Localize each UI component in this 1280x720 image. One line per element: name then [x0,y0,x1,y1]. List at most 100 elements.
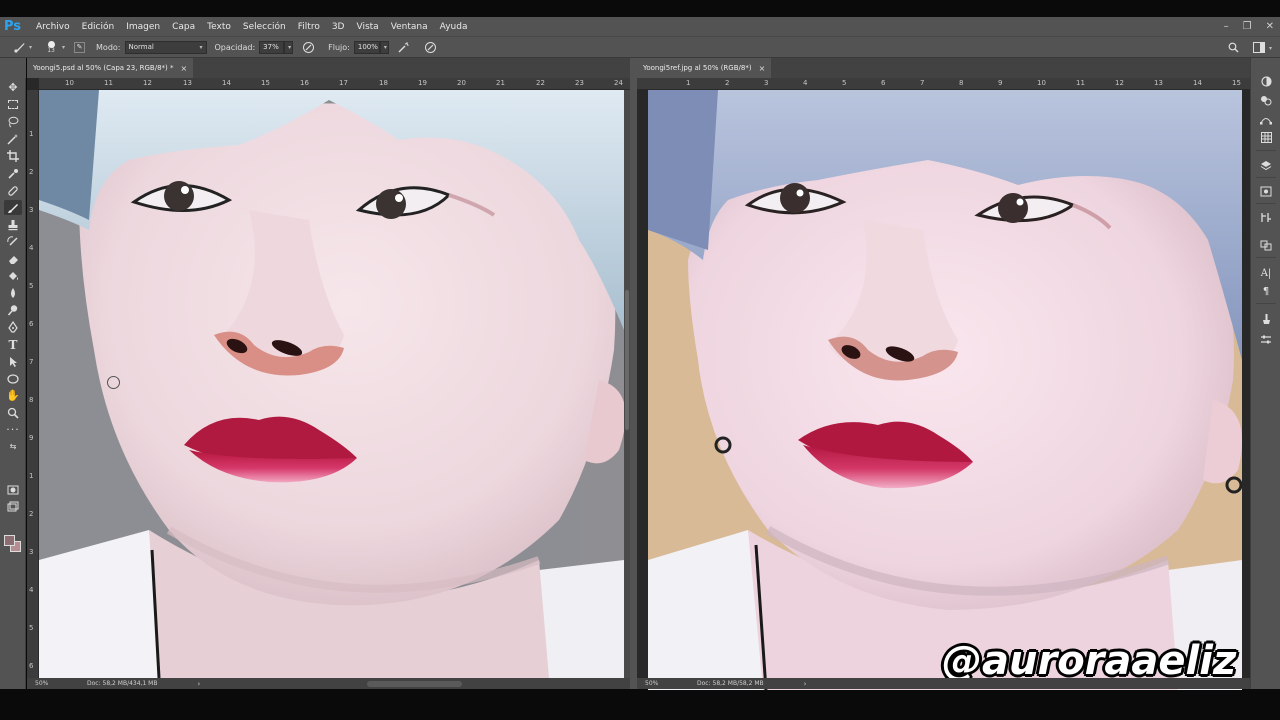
close-tab-icon[interactable]: × [759,64,766,73]
channels-icon[interactable] [1258,130,1274,144]
path-selection-icon[interactable] [4,354,22,369]
scrollbar-thumb[interactable] [625,290,629,430]
zoom-level[interactable]: 50% [27,680,67,687]
ruler-label: 19 [418,79,427,87]
paragraph-icon[interactable]: ¶ [1258,284,1274,298]
status-menu-arrow[interactable]: › [197,680,200,688]
reference-canvas[interactable]: @auroraaeliz [648,90,1242,690]
swatches-icon[interactable] [1258,93,1274,107]
ruler-label: 11 [104,79,113,87]
tool-presets-icon[interactable] [1258,332,1274,346]
ruler-label: 3 [29,548,34,556]
menu-texto[interactable]: Texto [201,22,237,32]
painting-canvas[interactable] [39,90,624,678]
zoom-icon[interactable] [4,405,22,420]
move-icon[interactable]: ✥ [4,80,22,95]
chevron-down-icon: ▾ [383,43,387,51]
eraser-icon[interactable] [4,251,22,266]
video-bottom-bar [0,700,1280,720]
layers-icon[interactable] [1258,158,1274,172]
blur-icon[interactable] [4,285,22,300]
brush-size-picker[interactable]: 13 [43,40,59,54]
ruler-label: 22 [536,79,545,87]
pressure-opacity-icon[interactable] [301,40,315,54]
clone-source-icon[interactable] [1258,238,1274,252]
chevron-down-icon[interactable]: ▾ [29,44,32,51]
more-tools-icon[interactable]: ··· [4,422,22,437]
opacity-input[interactable]: 37% [259,40,285,54]
menu-seleccion[interactable]: Selección [237,22,292,32]
character-icon[interactable]: A| [1258,266,1274,280]
close-icon[interactable]: ✕ [1266,21,1274,32]
flow-slider-toggle[interactable]: ▾ [379,40,389,54]
menu-archivo[interactable]: Archivo [30,22,76,32]
minimize-icon[interactable]: – [1224,21,1229,32]
options-bar: ▾ 13 ▾ ✎ Modo: Normal ▾ Opacidad: 37% ▾ … [0,36,1280,58]
menu-filtro[interactable]: Filtro [292,22,326,32]
quick-mask-icon[interactable] [4,482,22,497]
toolbar-header [0,58,26,78]
paths-icon[interactable] [1258,112,1274,126]
eyedropper-icon[interactable] [4,166,22,181]
menu-ventana[interactable]: Ventana [385,22,434,32]
type-icon[interactable]: T [4,337,22,352]
opacity-slider-toggle[interactable]: ▾ [284,40,294,54]
document-tabbar: Yoongi5ref.jpg al 50% (RGB/8*) × [637,58,1250,78]
properties-icon[interactable] [1258,210,1274,224]
mode-select[interactable]: Normal ▾ [124,40,207,54]
brush-settings-icon[interactable] [1258,312,1274,326]
shape-icon[interactable] [4,371,22,386]
ruler-label: 21 [496,79,505,87]
paint-bucket-icon[interactable] [4,268,22,283]
document-info: Doc: 58,2 MB/58,2 MB [697,680,764,687]
brush-icon[interactable] [4,200,22,215]
vertical-ruler: 1 2 3 4 5 6 7 8 9 1 2 3 4 5 6 [27,90,39,678]
ruler-label: 10 [65,79,74,87]
hand-icon[interactable]: ✋ [4,388,22,403]
pen-icon[interactable] [4,319,22,334]
swap-colors-icon[interactable]: ⇆ [4,441,22,451]
screen-mode-icon[interactable] [4,499,22,514]
marquee-icon[interactable] [4,97,22,112]
document-tab-yoongi5ref-jpg[interactable]: Yoongi5ref.jpg al 50% (RGB/8*) × [637,58,772,78]
photoshop-logo: Ps [4,19,22,34]
document-tab-yoongi5-psd[interactable]: Yoongi5.psd al 50% (Capa 23, RGB/8*) * × [27,58,194,78]
ruler-label: 14 [1193,79,1202,87]
magic-wand-icon[interactable] [4,131,22,146]
chevron-down-icon[interactable]: ▾ [1269,45,1272,52]
adjustments-icon[interactable] [1258,184,1274,198]
ruler-label: 2 [29,510,34,518]
clone-stamp-icon[interactable] [4,217,22,232]
restore-icon[interactable]: ❐ [1243,21,1252,32]
search-icon[interactable] [1228,42,1239,55]
menu-vista[interactable]: Vista [350,22,384,32]
ruler-label: 17 [339,79,348,87]
brush-panel-icon[interactable]: ✎ [74,41,86,53]
close-tab-icon[interactable]: × [181,64,188,73]
menu-3d[interactable]: 3D [326,22,351,32]
healing-brush-icon[interactable] [4,183,22,198]
zoom-level[interactable]: 50% [637,680,677,687]
status-menu-arrow[interactable]: › [804,680,807,688]
brush-preset-icon[interactable] [12,40,26,54]
crop-icon[interactable] [4,148,22,163]
document-info: Doc: 58,2 MB/434,1 MB [87,680,158,687]
pressure-size-icon[interactable] [424,40,438,54]
dodge-icon[interactable] [4,302,22,317]
workspace-icon[interactable] [1252,41,1265,55]
menu-edicion[interactable]: Edición [76,22,121,32]
lasso-icon[interactable] [4,114,22,129]
foreground-color-swatch[interactable] [4,535,15,546]
menu-ayuda[interactable]: Ayuda [434,22,474,32]
history-brush-icon[interactable] [4,234,22,249]
flow-input[interactable]: 100% [353,40,380,54]
chevron-down-icon[interactable]: ▾ [62,44,65,51]
menu-imagen[interactable]: Imagen [120,22,166,32]
color-icon[interactable] [1258,74,1274,88]
menu-capa[interactable]: Capa [166,22,201,32]
panel-separator [1256,203,1276,204]
horizontal-scrollbar-thumb[interactable] [367,681,462,687]
airbrush-icon[interactable] [397,40,411,54]
opacity-value: 37% [263,43,279,51]
horizontal-ruler: 10 11 12 13 14 15 16 17 18 19 20 21 22 2… [39,78,630,90]
